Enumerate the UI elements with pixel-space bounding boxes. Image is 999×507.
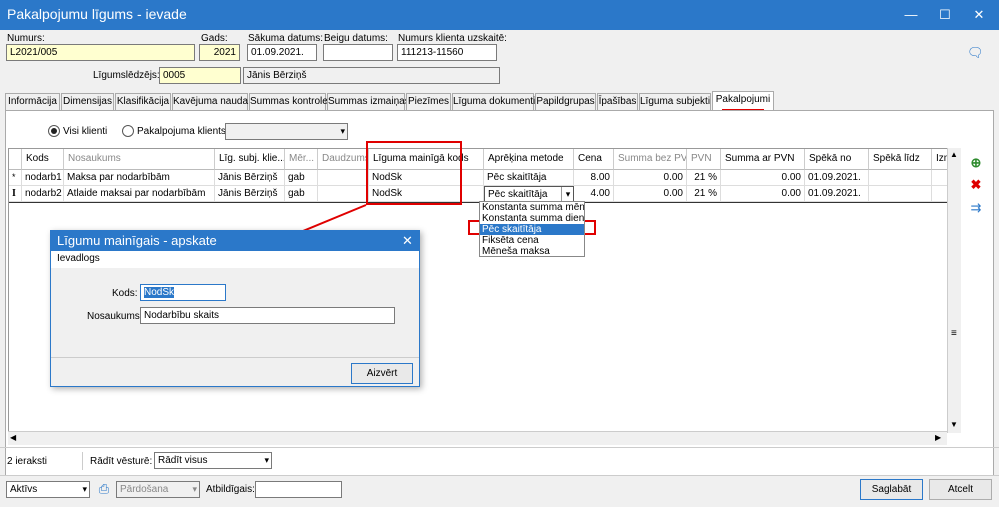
dialog-nos-field[interactable]: Nodarbību skaits bbox=[140, 307, 395, 324]
dialog-kods-label: Kods: bbox=[112, 288, 138, 299]
dialog-title: Līgumu mainīgais - apskate bbox=[51, 231, 419, 251]
method-dropdown-list[interactable]: Konstanta summa mēnes Konstanta summa di… bbox=[479, 201, 585, 257]
variable-dialog: Līgumu mainīgais - apskate ✕ Ievadlogs K… bbox=[50, 230, 420, 387]
dialog-close-button[interactable]: Aizvērt bbox=[351, 363, 413, 384]
dialog-close-icon[interactable]: ✕ bbox=[402, 233, 413, 249]
chevron-down-icon: ▾ bbox=[82, 484, 87, 494]
dialog-kods-field[interactable]: NodSk bbox=[140, 284, 226, 301]
save-button[interactable]: Saglabāt bbox=[860, 479, 923, 500]
record-count: 2 ieraksti bbox=[7, 456, 48, 467]
sales-select[interactable]: Pārdošana ▾ bbox=[116, 481, 200, 498]
dropdown-option[interactable]: Konstanta summa dienā bbox=[480, 213, 584, 224]
chevron-down-icon: ▾ bbox=[264, 455, 269, 465]
footer-divider bbox=[0, 475, 999, 476]
state-select[interactable]: Aktīvs ▾ bbox=[6, 481, 90, 498]
responsible-field[interactable] bbox=[255, 481, 342, 498]
dialog-subtitle: Ievadlogs bbox=[51, 251, 419, 268]
chevron-down-icon: ▾ bbox=[192, 484, 197, 494]
sales-select-value: Pārdošana bbox=[120, 484, 169, 495]
dialog-nos-label: Nosaukums: bbox=[87, 311, 143, 322]
dropdown-option[interactable]: Fiksēta cena bbox=[480, 235, 584, 246]
dialog-divider bbox=[51, 357, 419, 358]
dialog-kods-value: NodSk bbox=[144, 287, 175, 298]
status-divider bbox=[82, 452, 83, 470]
cancel-button[interactable]: Atcelt bbox=[929, 479, 992, 500]
dropdown-option-selected[interactable]: Pēc skaitītāja bbox=[480, 224, 584, 235]
history-label: Rādīt vēsturē: bbox=[90, 456, 153, 467]
state-select-value: Aktīvs bbox=[10, 484, 38, 495]
status-bar: 2 ieraksti Rādīt vēsturē: Rādīt visus ▾ bbox=[0, 447, 999, 473]
printer-icon[interactable]: ⎙ bbox=[96, 481, 112, 497]
dropdown-option[interactable]: Mēneša maksa bbox=[480, 246, 584, 257]
responsible-label: Atbildīgais: bbox=[206, 484, 255, 495]
dropdown-option[interactable]: Konstanta summa mēnes bbox=[480, 202, 584, 213]
history-select[interactable]: Rādīt visus ▾ bbox=[154, 452, 272, 469]
history-select-value: Rādīt visus bbox=[158, 455, 208, 466]
